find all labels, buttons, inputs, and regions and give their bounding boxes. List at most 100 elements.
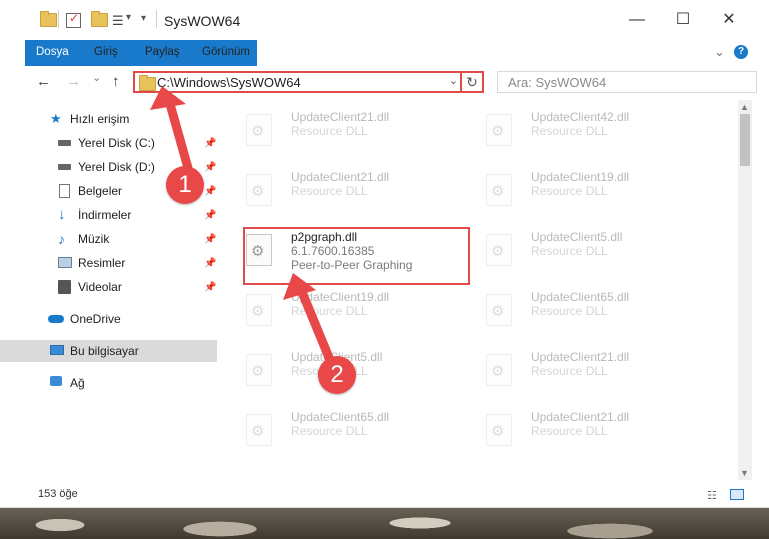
address-dropdown-icon[interactable]: ⌄: [449, 74, 458, 87]
sidebar-item-label: İndirmeler: [78, 208, 132, 222]
sidebar-item-label: Bu bilgisayar: [70, 344, 139, 358]
desktop-background: [0, 507, 769, 539]
pin-icon[interactable]: 📌: [204, 162, 216, 173]
properties-icon[interactable]: ✓: [66, 11, 81, 28]
back-button[interactable]: ←: [36, 73, 51, 90]
pin-icon[interactable]: 📌: [204, 210, 216, 221]
tab-home[interactable]: Giriş: [83, 40, 129, 65]
explorer-window: ✓ ☰ ▾ ▾ SysWOW64 — ☐ ✕ Dosya Giriş Payla…: [0, 0, 769, 508]
file-name: UpdateClient19.dll: [291, 290, 390, 304]
pin-icon[interactable]: 📌: [204, 258, 216, 269]
file-item[interactable]: UpdateClient21.dll Resource DLL: [230, 164, 440, 216]
window-title: SysWOW64: [164, 13, 241, 29]
sidebar-item-this-pc[interactable]: Bu bilgisayar: [0, 340, 217, 362]
file-item[interactable]: UpdateClient19.dll Resource DLL: [230, 284, 440, 336]
refresh-icon[interactable]: ↻: [460, 71, 482, 93]
dll-file-icon: [246, 354, 272, 386]
file-item[interactable]: UpdateClient21.dll Resource DLL: [470, 344, 680, 396]
sidebar-item-videos[interactable]: Videolar: [58, 276, 218, 298]
scrollbar-thumb[interactable]: [740, 114, 750, 166]
file-type: Resource DLL: [531, 184, 608, 198]
file-item[interactable]: UpdateClient65.dll Resource DLL: [470, 284, 680, 336]
close-button[interactable]: ✕: [706, 6, 752, 34]
file-name: UpdateClient65.dll: [531, 290, 630, 304]
dll-file-icon: [246, 414, 272, 446]
address-bar[interactable]: C:\Windows\SysWOW64 ⌄ ↻: [133, 71, 484, 93]
help-icon[interactable]: ?: [734, 45, 748, 59]
sidebar-item-label: Müzik: [78, 232, 110, 246]
dll-file-icon: [246, 174, 272, 206]
file-name: UpdateClient5.dll: [531, 230, 623, 244]
music-icon: ♪: [58, 231, 65, 247]
tab-share[interactable]: Paylaş: [134, 40, 191, 65]
scroll-down-icon[interactable]: ▼: [740, 468, 749, 478]
file-type: Resource DLL: [291, 124, 368, 138]
file-item[interactable]: UpdateClient5.dll Resource DLL: [470, 224, 680, 276]
file-list: UpdateClient21.dll Resource DLL UpdateCl…: [230, 100, 738, 480]
file-name: UpdateClient65.dll: [291, 410, 390, 424]
forward-button[interactable]: →: [66, 73, 81, 90]
videos-icon: [58, 280, 71, 294]
pin-icon[interactable]: 📌: [204, 138, 216, 149]
customize-toolbar-icon[interactable]: ▾: [141, 13, 146, 24]
sidebar-item-quick-access[interactable]: ★ Hızlı erişim: [50, 108, 210, 130]
navigation-pane: ★ Hızlı erişim Yerel Disk (C:) 📌 Yerel D…: [0, 100, 230, 480]
sidebar-item-local-disk-c[interactable]: Yerel Disk (C:): [58, 132, 218, 154]
separator: [58, 10, 59, 28]
recent-locations-icon[interactable]: ⌄: [92, 71, 101, 84]
details-view-icon[interactable]: ☷: [707, 489, 717, 502]
drive-icon: [58, 164, 71, 170]
dll-file-icon: [486, 294, 512, 326]
up-button[interactable]: ↑: [112, 73, 120, 90]
step-badge-1: 1: [166, 166, 204, 204]
status-bar: 153 öğe ☷: [0, 481, 769, 507]
sidebar-item-label: Belgeler: [78, 184, 123, 198]
ribbon-tabs: Dosya Giriş Paylaş Görünüm ⌄ ?: [0, 40, 769, 92]
file-type: Resource DLL: [531, 364, 608, 378]
sidebar-item-label: Videolar: [78, 280, 122, 294]
tab-view[interactable]: Görünüm: [191, 40, 261, 65]
sidebar-item-onedrive[interactable]: OneDrive: [48, 308, 210, 330]
file-name: UpdateClient21.dll: [291, 110, 390, 124]
file-type: Resource DLL: [531, 244, 608, 258]
file-name: UpdateClient21.dll: [531, 350, 630, 364]
dll-file-icon: [246, 294, 272, 326]
search-box[interactable]: Ara: SysWOW64: [497, 71, 757, 93]
file-item[interactable]: UpdateClient65.dll Resource DLL: [230, 404, 440, 456]
minimize-button[interactable]: —: [614, 6, 660, 34]
file-type: Resource DLL: [531, 124, 608, 138]
documents-icon: [59, 184, 70, 198]
pictures-icon: [58, 257, 72, 268]
pin-icon[interactable]: 📌: [204, 186, 216, 197]
sidebar-item-label: Hızlı erişim: [70, 112, 130, 126]
sidebar-item-label: Resimler: [78, 256, 126, 270]
sidebar-item-network[interactable]: Ağ: [50, 372, 210, 394]
drive-icon: [58, 140, 71, 146]
pin-icon[interactable]: 📌: [204, 234, 216, 245]
file-item[interactable]: UpdateClient19.dll Resource DLL: [470, 164, 680, 216]
qa-dropdown-icon[interactable]: ▾: [126, 12, 131, 23]
scroll-up-icon[interactable]: ▲: [740, 102, 749, 112]
layout-icon[interactable]: ☰: [112, 13, 124, 29]
separator: [156, 10, 157, 28]
dll-file-icon: [246, 114, 272, 146]
dll-file-icon: [486, 414, 512, 446]
address-path[interactable]: C:\Windows\SysWOW64: [157, 75, 301, 90]
highlight-box-file: [243, 227, 470, 285]
sidebar-item-downloads[interactable]: ↓ İndirmeler: [58, 204, 218, 226]
star-icon: ★: [50, 111, 62, 126]
large-icons-view-icon[interactable]: [730, 489, 744, 500]
file-item[interactable]: UpdateClient21.dll Resource DLL: [470, 404, 680, 456]
dll-file-icon: [486, 234, 512, 266]
file-item[interactable]: UpdateClient21.dll Resource DLL: [230, 104, 440, 156]
sidebar-item-music[interactable]: ♪ Müzik: [58, 228, 218, 250]
sidebar-item-label: OneDrive: [70, 312, 121, 326]
maximize-button[interactable]: ☐: [660, 6, 706, 34]
dll-file-icon: [486, 174, 512, 206]
pin-icon[interactable]: 📌: [204, 282, 216, 293]
step-badge-2: 2: [318, 356, 356, 394]
sidebar-item-pictures[interactable]: Resimler: [58, 252, 218, 274]
file-item[interactable]: UpdateClient42.dll Resource DLL: [470, 104, 680, 156]
ribbon-collapse-icon[interactable]: ⌄: [714, 44, 725, 60]
search-input[interactable]: Ara: SysWOW64: [508, 75, 606, 90]
